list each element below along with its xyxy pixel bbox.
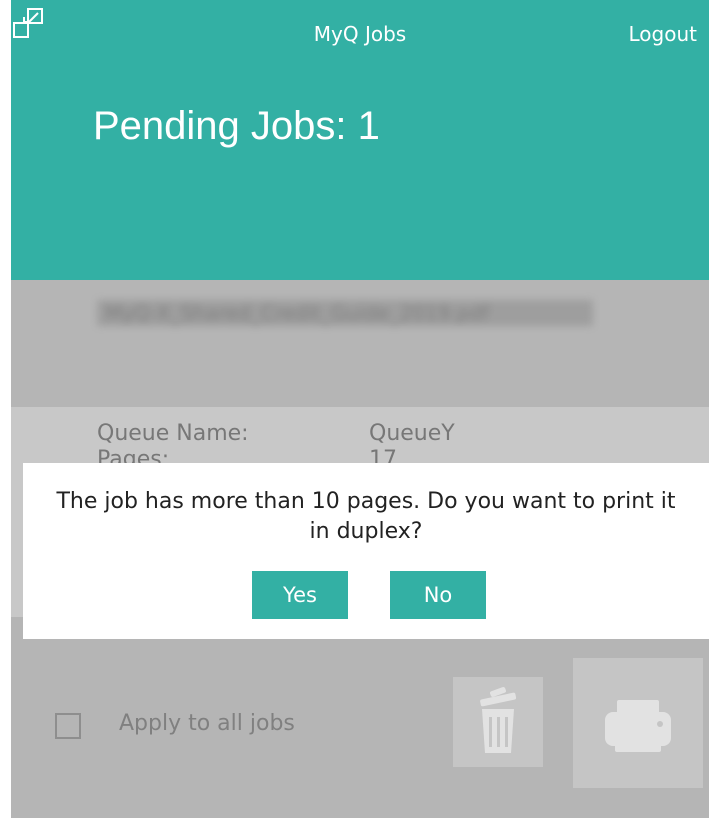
dialog-message: The job has more than 10 pages. Do you w… xyxy=(56,489,676,544)
print-job-button[interactable] xyxy=(573,658,703,788)
yes-button[interactable]: Yes xyxy=(252,571,348,619)
myq-jobs-screen: MyQ Jobs Logout Pending Jobs: 1 MyQ-X_Sh… xyxy=(11,0,709,818)
job-name-text: MyQ-X_Shared_Credit_Guide_2019.pdf xyxy=(105,301,490,325)
duplex-dialog: The job has more than 10 pages. Do you w… xyxy=(23,463,709,639)
trash-icon xyxy=(480,687,517,753)
header: MyQ Jobs Logout Pending Jobs: 1 xyxy=(11,0,709,280)
app-title: MyQ Jobs xyxy=(313,22,407,46)
job-actions: Apply to all jobs xyxy=(11,617,709,818)
job-name-blurred[interactable]: MyQ-X_Shared_Credit_Guide_2019.pdf xyxy=(97,300,593,326)
no-button[interactable]: No xyxy=(390,571,486,619)
printer-icon xyxy=(605,700,671,752)
pending-jobs-title: Pending Jobs: 1 xyxy=(93,104,380,148)
apply-all-label[interactable]: Apply to all jobs xyxy=(119,711,295,736)
logout-button[interactable]: Logout xyxy=(629,22,697,46)
queue-name-value: QueueY xyxy=(369,421,455,446)
queue-name-label: Queue Name: xyxy=(97,421,249,446)
delete-job-button[interactable] xyxy=(453,677,543,767)
apply-all-checkbox[interactable] xyxy=(55,713,81,739)
